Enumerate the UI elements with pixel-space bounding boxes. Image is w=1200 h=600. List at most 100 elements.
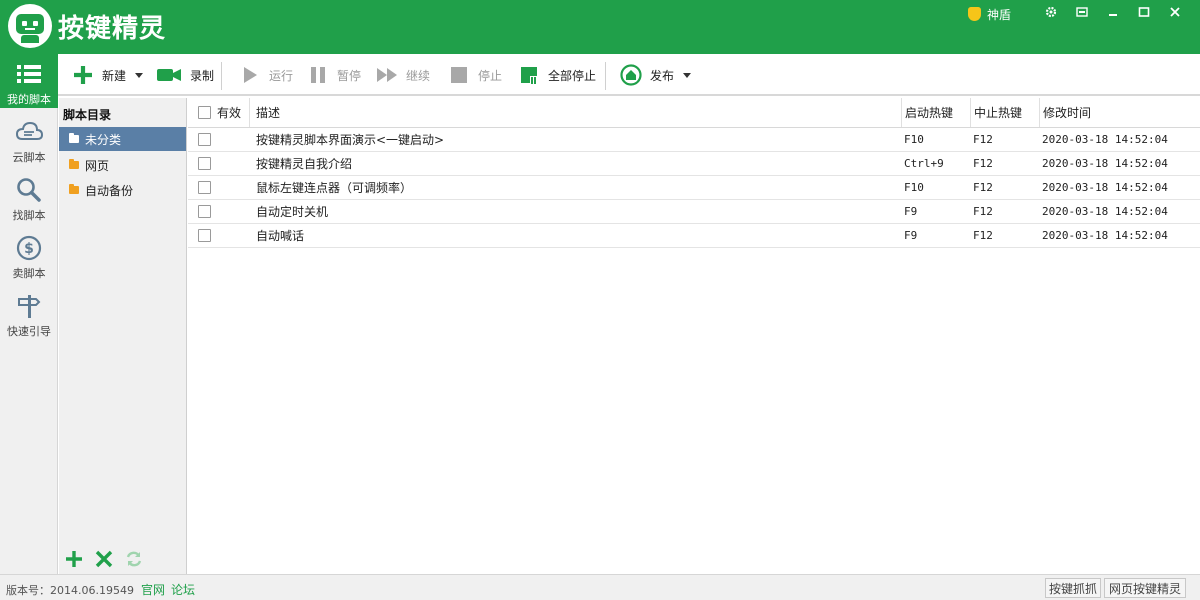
stop-hotkey: F12 — [973, 229, 993, 242]
sidebar-item-sell-scripts[interactable]: $ 卖脚本 — [0, 228, 58, 282]
status-bar: 版本号：2014.06.19549 官网 论坛 按键抓抓 网页按键精灵 — [0, 574, 1200, 600]
enabled-checkbox[interactable] — [198, 181, 211, 194]
directory-item-uncategorized[interactable]: 未分类 — [59, 127, 186, 151]
chevron-down-icon[interactable] — [135, 72, 144, 78]
skin-button[interactable] — [1070, 2, 1094, 22]
toolbar-divider — [221, 62, 222, 90]
folder-icon — [69, 184, 79, 194]
close-button[interactable] — [1163, 2, 1187, 22]
home-circle-icon — [620, 64, 642, 86]
column-header-enabled[interactable]: 有效 — [188, 98, 250, 127]
stop-hotkey: F12 — [973, 181, 993, 194]
script-table: 有效 描述 启动热键 中止热键 修改时间 按键精灵脚本界面演示<一键启动> F1… — [188, 98, 1200, 574]
refresh-icon — [126, 551, 142, 567]
table-row[interactable]: 鼠标左键连点器（可调频率） F10 F12 2020-03-18 14:52:0… — [188, 176, 1200, 200]
column-header-start-hotkey[interactable]: 启动热键 — [902, 98, 971, 127]
enabled-checkbox[interactable] — [198, 133, 211, 146]
modified-time: 2020-03-18 14:52:04 — [1042, 133, 1168, 146]
refresh-button[interactable] — [125, 550, 143, 568]
toolbar-divider — [605, 62, 606, 90]
sidebar-item-cloud-scripts[interactable]: 云脚本 — [0, 112, 58, 166]
directory-item-web[interactable]: 网页 — [59, 153, 186, 177]
stop-hotkey: F12 — [973, 133, 993, 146]
new-label: 新建 — [102, 68, 127, 83]
publish-button[interactable]: 发布 — [620, 62, 692, 88]
run-button[interactable]: 运行 — [239, 62, 293, 88]
directory-item-auto-backup[interactable]: 自动备份 — [59, 178, 186, 202]
continue-label: 继续 — [406, 68, 431, 83]
publish-label: 发布 — [650, 68, 675, 83]
stop-label: 停止 — [478, 68, 503, 83]
modified-time: 2020-03-18 14:52:04 — [1042, 229, 1168, 242]
script-directory-panel: 脚本目录 未分类 网页 自动备份 — [59, 98, 187, 574]
maximize-icon — [1138, 7, 1150, 17]
fast-forward-icon — [377, 68, 397, 82]
script-description: 鼠标左键连点器（可调频率） — [256, 181, 413, 195]
enabled-checkbox[interactable] — [198, 157, 211, 170]
settings-button[interactable] — [1039, 2, 1063, 22]
enabled-checkbox[interactable] — [198, 205, 211, 218]
record-button[interactable]: 录制 — [156, 62, 214, 88]
sidebar-item-quick-guide[interactable]: 快速引导 — [0, 286, 58, 340]
web-keyspirit-button[interactable]: 网页按键精灵 — [1104, 578, 1186, 598]
table-row[interactable]: 自动喊话 F9 F12 2020-03-18 14:52:04 — [188, 224, 1200, 248]
stop-all-button[interactable]: 全部停止 — [518, 62, 596, 88]
video-camera-icon — [157, 69, 181, 81]
continue-button[interactable]: 继续 — [376, 62, 430, 88]
chevron-down-icon[interactable] — [683, 72, 692, 78]
pause-button[interactable]: 暂停 — [307, 62, 361, 88]
key-capture-button[interactable]: 按键抓抓 — [1045, 578, 1101, 598]
maximize-button[interactable] — [1132, 2, 1156, 22]
select-all-checkbox[interactable] — [198, 106, 211, 119]
dollar-icon: $ — [16, 235, 42, 261]
sidebar-item-label: 快速引导 — [7, 325, 51, 338]
script-description: 按键精灵脚本界面演示<一键启动> — [256, 133, 445, 147]
column-header-stop-hotkey[interactable]: 中止热键 — [971, 98, 1040, 127]
start-hotkey: F10 — [904, 181, 924, 194]
sidebar-item-my-scripts[interactable]: 我的脚本 — [0, 54, 58, 108]
stop-all-icon — [521, 67, 539, 85]
shield-button[interactable]: 神盾 — [968, 6, 1011, 22]
directory-item-label: 自动备份 — [85, 183, 134, 198]
start-hotkey: F10 — [904, 133, 924, 146]
sidebar-item-label: 找脚本 — [12, 209, 46, 222]
add-folder-button[interactable] — [65, 550, 83, 568]
minimize-icon — [1109, 14, 1117, 16]
official-site-link[interactable]: 官网 — [141, 581, 165, 598]
title-bar: 按键精灵 神盾 — [0, 0, 1200, 54]
record-label: 录制 — [190, 68, 215, 83]
modified-time: 2020-03-18 14:52:04 — [1042, 205, 1168, 218]
minimize-button[interactable] — [1101, 2, 1125, 22]
left-sidebar: 我的脚本 云脚本 找脚本 $ 卖脚本 快速引导 — [0, 54, 58, 574]
directory-item-label: 网页 — [85, 158, 110, 173]
script-description: 按键精灵自我介绍 — [256, 157, 353, 171]
modified-time: 2020-03-18 14:52:04 — [1042, 157, 1168, 170]
table-header: 有效 描述 启动热键 中止热键 修改时间 — [188, 98, 1200, 128]
table-row[interactable]: 按键精灵脚本界面演示<一键启动> F10 F12 2020-03-18 14:5… — [188, 128, 1200, 152]
directory-actions — [59, 544, 186, 574]
svg-text:$: $ — [24, 241, 34, 257]
signpost-icon — [18, 295, 41, 318]
column-header-description[interactable]: 描述 — [250, 98, 902, 127]
modified-time: 2020-03-18 14:52:04 — [1042, 181, 1168, 194]
pause-label: 暂停 — [337, 68, 362, 83]
app-title: 按键精灵 — [58, 14, 167, 44]
table-row[interactable]: 按键精灵自我介绍 Ctrl+9 F12 2020-03-18 14:52:04 — [188, 152, 1200, 176]
enabled-checkbox[interactable] — [198, 229, 211, 242]
shield-icon — [968, 7, 981, 21]
stop-button[interactable]: 停止 — [448, 62, 502, 88]
version-label: 版本号：2014.06.19549 — [6, 584, 134, 597]
column-header-modified-time[interactable]: 修改时间 — [1040, 98, 1200, 127]
play-icon — [244, 67, 257, 83]
pause-icon — [311, 67, 325, 83]
new-button[interactable]: 新建 — [72, 62, 144, 88]
close-icon — [95, 550, 113, 568]
delete-folder-button[interactable] — [95, 550, 113, 568]
sidebar-item-label: 我的脚本 — [7, 93, 51, 106]
table-row[interactable]: 自动定时关机 F9 F12 2020-03-18 14:52:04 — [188, 200, 1200, 224]
forum-link[interactable]: 论坛 — [171, 581, 195, 598]
script-description: 自动喊话 — [256, 229, 305, 243]
sidebar-item-find-scripts[interactable]: 找脚本 — [0, 170, 58, 224]
folder-icon — [69, 133, 79, 143]
sidebar-item-label: 云脚本 — [12, 151, 46, 164]
